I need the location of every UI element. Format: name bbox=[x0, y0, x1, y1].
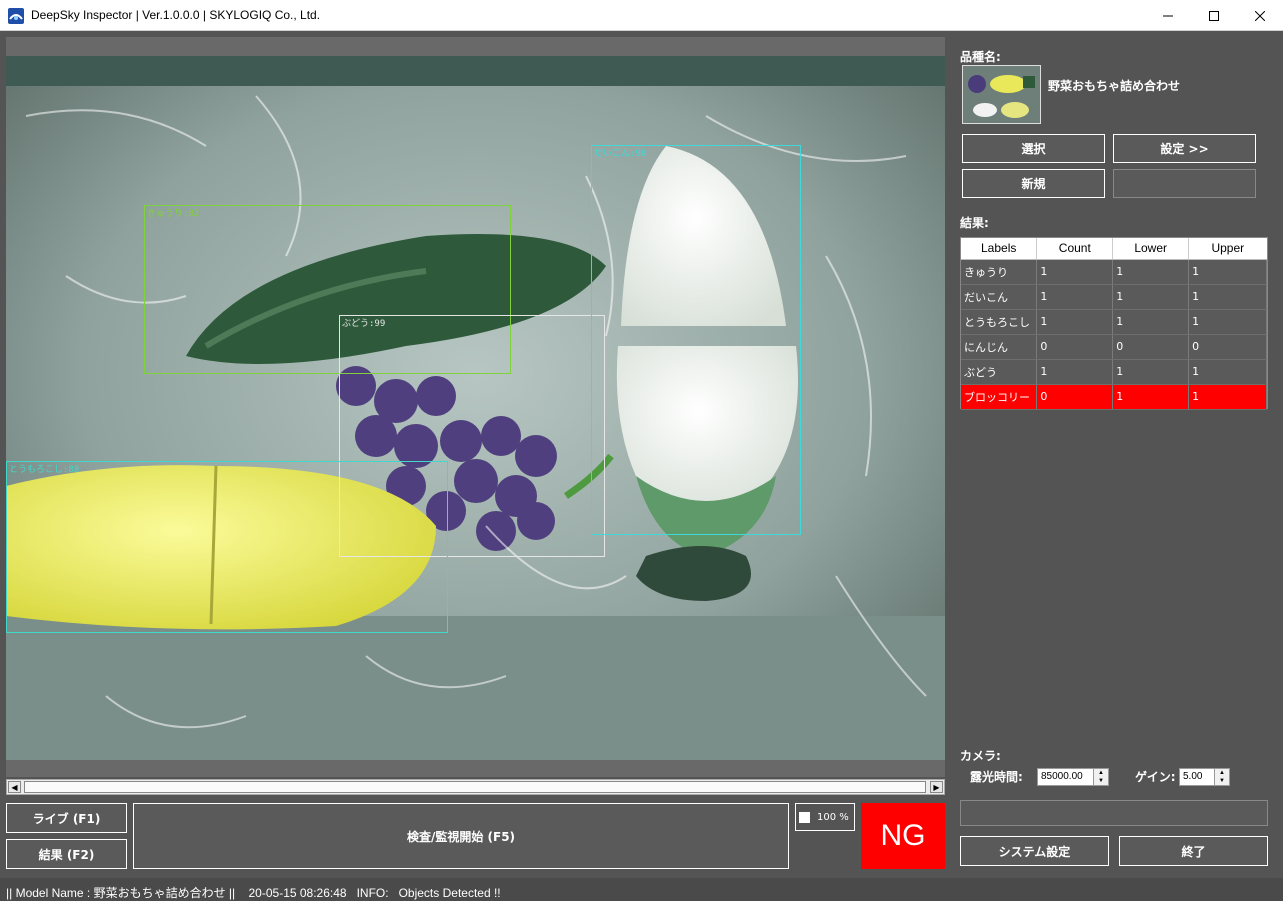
disabled-button bbox=[1113, 169, 1256, 198]
spinner-arrows-icon[interactable]: ▲ ▼ bbox=[1214, 769, 1229, 785]
title-bar: DeepSky Inspector | Ver.1.0.0.0 | SKYLOG… bbox=[0, 0, 1283, 31]
camera-label: カメラ: bbox=[960, 749, 1001, 763]
cell-label: にんじん bbox=[961, 334, 1038, 360]
product-label: 品種名: bbox=[960, 50, 1001, 64]
cell-count: 1 bbox=[1036, 309, 1114, 335]
cell-lower: 1 bbox=[1112, 259, 1190, 285]
table-row[interactable]: にんじん 0 0 0 bbox=[961, 334, 1267, 360]
window-title: DeepSky Inspector | Ver.1.0.0.0 | SKYLOG… bbox=[31, 8, 321, 22]
maximize-button[interactable] bbox=[1191, 0, 1237, 31]
gain-value[interactable]: 5.00 bbox=[1183, 771, 1202, 782]
cell-label: とうもろこし bbox=[961, 309, 1038, 335]
detection-box-radish: だいこん:98 bbox=[591, 145, 801, 535]
table-row[interactable]: とうもろこし 1 1 1 bbox=[961, 309, 1267, 335]
app-logo-icon bbox=[8, 8, 24, 24]
result-button[interactable]: 結果 (F2) bbox=[6, 839, 127, 869]
product-thumbnail-image bbox=[963, 66, 1040, 123]
cell-count: 0 bbox=[1036, 334, 1114, 360]
detection-label: きゅうり:82 bbox=[147, 209, 200, 219]
maximize-icon bbox=[1209, 10, 1219, 21]
horizontal-scrollbar[interactable]: ◀ ▶ bbox=[6, 779, 945, 795]
gain-spinner[interactable]: 5.00 ▲ ▼ bbox=[1179, 768, 1230, 786]
camera-image: きゅうり:82 ぶどう:99 だいこん:98 とうもろこし:88 bbox=[6, 56, 945, 760]
cell-count: 1 bbox=[1036, 359, 1114, 385]
cell-lower: 1 bbox=[1112, 284, 1190, 310]
zoom-checkbox[interactable] bbox=[799, 811, 810, 823]
cell-label: ぶどう bbox=[961, 359, 1038, 385]
detection-box-corn: とうもろこし:88 bbox=[6, 461, 448, 633]
exposure-spinner[interactable]: 85000.00 ▲ ▼ bbox=[1037, 768, 1109, 786]
new-button[interactable]: 新規 bbox=[962, 169, 1105, 198]
detection-label: とうもろこし:88 bbox=[9, 465, 80, 475]
results-label: 結果: bbox=[960, 216, 989, 230]
col-header-labels[interactable]: Labels bbox=[961, 238, 1038, 260]
gain-label: ゲイン: bbox=[1135, 770, 1176, 784]
zoom-value: 100 % bbox=[817, 811, 849, 823]
scroll-right-icon[interactable]: ▶ bbox=[930, 781, 943, 793]
select-button[interactable]: 選択 bbox=[962, 134, 1105, 163]
live-button[interactable]: ライブ (F1) bbox=[6, 803, 127, 833]
inspect-start-button[interactable]: 検査/監視開始 (F5) bbox=[133, 803, 789, 869]
cell-upper: 0 bbox=[1188, 334, 1267, 360]
spinner-arrows-icon[interactable]: ▲ ▼ bbox=[1093, 769, 1108, 785]
scroll-left-icon[interactable]: ◀ bbox=[8, 781, 21, 793]
scroll-thumb[interactable] bbox=[24, 781, 926, 793]
cell-lower: 1 bbox=[1112, 359, 1190, 385]
cell-count: 1 bbox=[1036, 259, 1114, 285]
cell-upper: 1 bbox=[1188, 309, 1267, 335]
close-button[interactable] bbox=[1237, 0, 1283, 31]
system-settings-button[interactable]: システム設定 bbox=[960, 836, 1109, 866]
table-row[interactable]: きゅうり 1 1 1 bbox=[961, 259, 1267, 285]
zoom-toggle[interactable]: 100 % bbox=[795, 803, 855, 831]
cell-label: ブロッコリー bbox=[961, 384, 1038, 410]
close-icon bbox=[1255, 10, 1265, 21]
cell-lower: 1 bbox=[1112, 309, 1190, 335]
table-row[interactable]: ぶどう 1 1 1 bbox=[961, 359, 1267, 385]
cell-upper: 1 bbox=[1188, 259, 1267, 285]
exposure-label: 露光時間: bbox=[970, 770, 1023, 784]
col-header-upper[interactable]: Upper bbox=[1188, 238, 1267, 260]
cell-lower: 1 bbox=[1112, 384, 1190, 410]
exit-button[interactable]: 終了 bbox=[1119, 836, 1268, 866]
product-name: 野菜おもちゃ詰め合わせ bbox=[1048, 79, 1181, 93]
col-header-lower[interactable]: Lower bbox=[1112, 238, 1190, 260]
minimize-icon bbox=[1163, 15, 1173, 16]
results-table: Labels Count Lower Upper きゅうり 1 1 1 だいこん… bbox=[960, 237, 1268, 410]
status-bar: || Model Name : 野菜おもちゃ詰め合わせ || 20-05-15 … bbox=[0, 878, 1283, 901]
progress-bar bbox=[960, 800, 1268, 826]
detection-label: ぶどう:99 bbox=[342, 319, 386, 329]
cell-upper: 1 bbox=[1188, 384, 1267, 410]
cell-lower: 0 bbox=[1112, 334, 1190, 360]
judgement-indicator: NG bbox=[861, 803, 945, 869]
col-header-count[interactable]: Count bbox=[1036, 238, 1114, 260]
cell-upper: 1 bbox=[1188, 284, 1267, 310]
exposure-value[interactable]: 85000.00 bbox=[1041, 771, 1083, 782]
cell-label: だいこん bbox=[961, 284, 1038, 310]
detection-label: だいこん:98 bbox=[594, 149, 647, 159]
minimize-button[interactable] bbox=[1145, 0, 1191, 31]
settings-button[interactable]: 設定 >> bbox=[1113, 134, 1256, 163]
cell-upper: 1 bbox=[1188, 359, 1267, 385]
product-thumbnail bbox=[962, 65, 1041, 124]
cell-label: きゅうり bbox=[961, 259, 1038, 285]
table-row-ng[interactable]: ブロッコリー 0 1 1 bbox=[961, 384, 1267, 410]
cell-count: 0 bbox=[1036, 384, 1114, 410]
table-row[interactable]: だいこん 1 1 1 bbox=[961, 284, 1267, 310]
cell-count: 1 bbox=[1036, 284, 1114, 310]
